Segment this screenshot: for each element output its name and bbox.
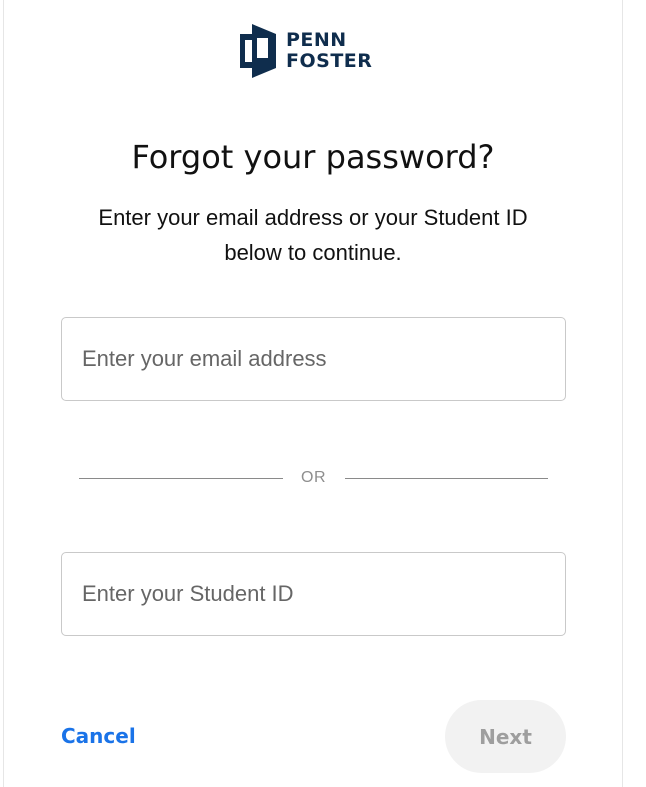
forgot-password-page: PENN FOSTER Forgot your password? Enter … bbox=[0, 0, 646, 787]
next-button[interactable]: Next bbox=[445, 700, 566, 773]
divider-line-right bbox=[344, 477, 548, 479]
page-title: Forgot your password? bbox=[131, 138, 495, 176]
email-field[interactable] bbox=[61, 317, 566, 401]
divider-line-left bbox=[79, 477, 283, 479]
student-id-field[interactable] bbox=[61, 552, 566, 636]
page-subtitle: Enter your email address or your Student… bbox=[98, 205, 528, 265]
logo-line-penn: PENN bbox=[286, 29, 347, 51]
logo-wordmark: PENN FOSTER bbox=[286, 30, 372, 72]
penn-foster-logo-icon bbox=[240, 24, 276, 78]
or-divider: OR bbox=[79, 468, 548, 488]
penn-foster-logo: PENN FOSTER bbox=[240, 23, 390, 79]
frame-border-right bbox=[622, 0, 623, 787]
frame-border-left bbox=[3, 0, 4, 787]
divider-or-label: OR bbox=[301, 469, 326, 486]
logo-line-foster: FOSTER bbox=[286, 50, 373, 72]
cancel-button[interactable]: Cancel bbox=[61, 724, 136, 748]
